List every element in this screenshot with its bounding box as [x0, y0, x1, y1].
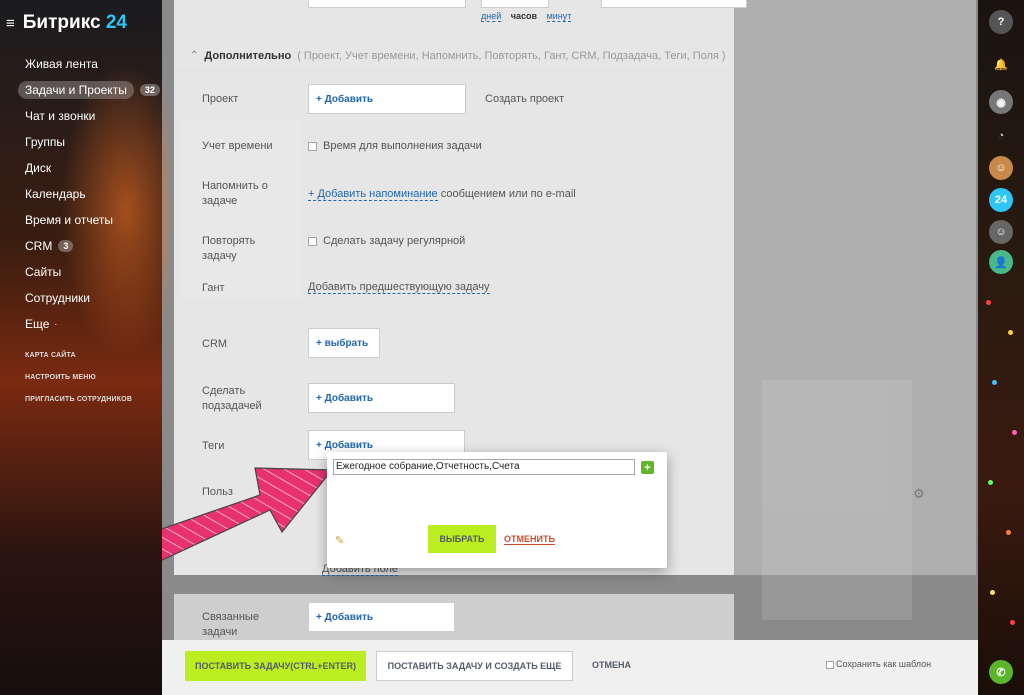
- create-project-link[interactable]: Создать проект: [485, 93, 564, 105]
- clock-icon[interactable]: ◔: [989, 124, 1013, 148]
- remind-field: + Добавить напоминание сообщением или по…: [308, 188, 576, 201]
- sidebar-item-groups[interactable]: Группы: [17, 129, 160, 155]
- time-units: дней часов минут: [481, 11, 578, 22]
- right-toolbar: ? 🔔 ◉ ◔ ☺ 24 ☺ 👤 ✆: [978, 0, 1024, 695]
- sidebar-item-time[interactable]: Время и отчеты: [17, 207, 160, 233]
- sidebar-item-tasks[interactable]: Задачи и Проекты 32: [17, 77, 160, 103]
- sidebar-item-employees[interactable]: Сотрудники: [17, 285, 160, 311]
- duration-input[interactable]: [308, 0, 466, 8]
- section-title: Дополнительно: [204, 49, 292, 62]
- cancel-button[interactable]: ОТМЕНА: [592, 660, 631, 670]
- invite-employees-link[interactable]: ПРИГЛАСИТЬ СОТРУДНИКОВ: [25, 396, 132, 418]
- chevron-down-icon: ·: [54, 319, 58, 329]
- field-label: Напомнить о задаче: [202, 180, 268, 207]
- sidebar-item-crm[interactable]: CRM 3: [17, 233, 160, 259]
- light-dot: [992, 380, 997, 385]
- project-add-button[interactable]: + Добавить: [308, 84, 466, 114]
- field-label: Связанные задачи: [202, 611, 259, 638]
- left-sidebar: ≡ Битрикс 24 Живая лента Задачи и Проект…: [0, 0, 170, 695]
- pencil-icon[interactable]: ✎: [335, 534, 344, 547]
- deadline-input[interactable]: [601, 0, 747, 8]
- logo[interactable]: ≡ Битрикс 24: [6, 12, 127, 34]
- menu-icon[interactable]: ≡: [6, 15, 15, 32]
- sidebar-item-calendar[interactable]: Календарь: [17, 181, 160, 207]
- checkbox[interactable]: [308, 141, 317, 151]
- chevron-up-icon: ⌃: [190, 50, 199, 61]
- count-badge: 32: [139, 84, 160, 96]
- bell-icon[interactable]: 🔔: [989, 52, 1013, 76]
- field-label: Гант: [202, 282, 225, 294]
- duration-unit-input[interactable]: [481, 0, 549, 8]
- unit-hours[interactable]: часов: [511, 11, 537, 21]
- save-template-option[interactable]: Сохранить как шаблон: [826, 659, 931, 669]
- subtask-add-button[interactable]: + Добавить: [308, 383, 455, 413]
- related-add-button[interactable]: + Добавить: [308, 602, 455, 632]
- help-icon[interactable]: ?: [989, 10, 1013, 34]
- create-task-button[interactable]: ПОСТАВИТЬ ЗАДАЧУ(CTRL+ENTER): [185, 651, 366, 681]
- option-label: Время для выполнения задачи: [323, 140, 482, 152]
- add-tag-icon[interactable]: +: [641, 461, 654, 474]
- add-predecessor-link[interactable]: Добавить предшествующую задачу: [308, 281, 490, 294]
- add-reminder-link[interactable]: + Добавить напоминание: [308, 188, 438, 201]
- light-dot: [1008, 330, 1013, 335]
- logo-text: Битрикс 24: [22, 12, 127, 33]
- tags-input[interactable]: Ежегодное собрание,Отчетность,Счета: [333, 459, 635, 475]
- option-label: Сделать задачу регулярной: [323, 235, 466, 247]
- bitrix24-icon[interactable]: 24: [989, 188, 1013, 212]
- user-icon[interactable]: 👤: [989, 250, 1013, 274]
- time-tracking-option[interactable]: Время для выполнения задачи: [308, 140, 482, 152]
- sidebar-item-disk[interactable]: Диск: [17, 155, 160, 181]
- field-label: Повторять задачу: [202, 235, 256, 262]
- field-label: Сделать подзадачей: [202, 385, 262, 412]
- gear-icon[interactable]: ⚙: [913, 486, 925, 502]
- sidebar-links: КАРТА САЙТА НАСТРОИТЬ МЕНЮ ПРИГЛАСИТЬ СО…: [25, 352, 132, 418]
- unit-minutes[interactable]: минут: [546, 11, 572, 22]
- sitemap-link[interactable]: КАРТА САЙТА: [25, 352, 132, 374]
- sidebar-item-chat[interactable]: Чат и звонки: [17, 103, 160, 129]
- create-task-and-new-button[interactable]: ПОСТАВИТЬ ЗАДАЧУ И СОЗДАТЬ ЕЩЕ: [376, 651, 573, 681]
- light-dot: [990, 590, 995, 595]
- light-dot: [986, 300, 991, 305]
- phone-icon[interactable]: ✆: [989, 660, 1013, 684]
- sidebar-item-sites[interactable]: Сайты: [17, 259, 160, 285]
- light-dot: [1012, 430, 1017, 435]
- configure-menu-link[interactable]: НАСТРОИТЬ МЕНЮ: [25, 374, 132, 396]
- count-badge: 3: [58, 240, 74, 252]
- sidebar-nav: Живая лента Задачи и Проекты 32 Чат и зво…: [17, 51, 160, 337]
- form-right-pane: [734, 0, 976, 575]
- cancel-link[interactable]: ОТМЕНИТЬ: [504, 534, 555, 545]
- additional-section-header[interactable]: ⌃ Дополнительно ( Проект, Учет времени, …: [174, 40, 734, 72]
- field-label: CRM: [202, 338, 228, 350]
- field-label: Проект: [202, 93, 239, 105]
- save-template-label: Сохранить как шаблон: [836, 659, 932, 669]
- crm-select-button[interactable]: + выбрать: [308, 328, 380, 358]
- sidebar-item-more[interactable]: Еще ·: [17, 311, 160, 337]
- light-dot: [1010, 620, 1015, 625]
- remind-suffix: сообщением или по e-mail: [440, 188, 576, 200]
- row-subtask: Сделать подзадачей: [186, 372, 734, 422]
- section-subtitle: ( Проект, Учет времени, Напомнить, Повто…: [297, 49, 726, 62]
- field-label: Учет времени: [202, 140, 273, 152]
- checkbox[interactable]: [826, 660, 834, 669]
- tags-popup: Ежегодное собрание,Отчетность,Счета + ✎ …: [327, 452, 667, 568]
- sidebar-item-feed[interactable]: Живая лента: [17, 51, 160, 77]
- repeat-option[interactable]: Сделать задачу регулярной: [308, 235, 465, 247]
- row-crm: CRM: [186, 312, 734, 372]
- light-dot: [1006, 530, 1011, 535]
- unit-days[interactable]: дней: [481, 11, 502, 22]
- chat-icon[interactable]: ◉: [989, 90, 1013, 114]
- avatar[interactable]: ☺: [989, 220, 1013, 244]
- avatar[interactable]: ☺: [989, 156, 1013, 180]
- light-dot: [988, 480, 993, 485]
- checkbox[interactable]: [308, 236, 317, 246]
- select-button[interactable]: ВЫБРАТЬ: [428, 525, 496, 553]
